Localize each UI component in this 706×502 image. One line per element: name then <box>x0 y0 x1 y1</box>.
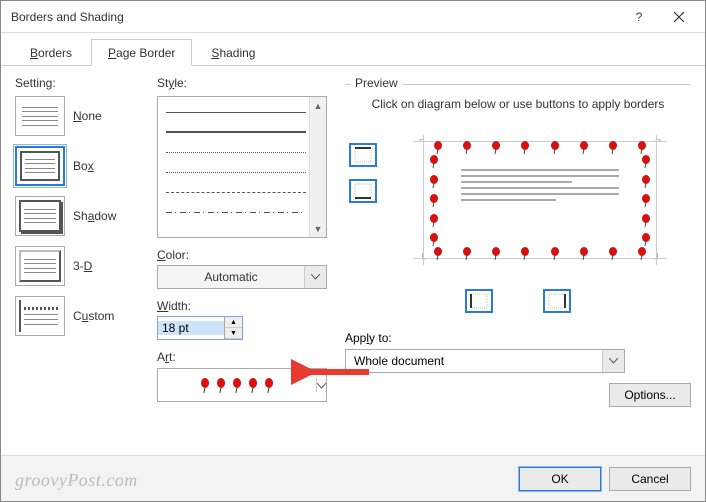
width-up-button[interactable]: ▲ <box>225 317 242 328</box>
scroll-down-icon[interactable]: ▼ <box>311 220 326 237</box>
setting-none-icon <box>15 96 65 136</box>
preview-area: ⌐ ¬ └ ┘ <box>345 125 691 275</box>
balloon-icon <box>264 378 274 392</box>
setting-custom-icon <box>15 296 65 336</box>
titlebar: Borders and Shading ? <box>1 1 705 33</box>
width-label: Width: <box>157 299 335 313</box>
width-spinner[interactable]: 18 pt ▲ ▼ <box>157 316 243 340</box>
border-bottom-button[interactable] <box>349 179 377 203</box>
document-lines-icon <box>461 169 619 201</box>
dialog-footer: OK Cancel <box>1 455 705 501</box>
setting-shadow[interactable]: Shadow <box>15 196 147 236</box>
art-dropdown[interactable] <box>157 368 327 402</box>
style-label: Style: <box>157 76 335 90</box>
cancel-button[interactable]: Cancel <box>609 467 691 491</box>
art-label: Art: <box>157 350 335 364</box>
preview-legend: Preview <box>351 76 402 90</box>
setting-3d-icon <box>15 246 65 286</box>
style-column: Style: ▲ ▼ Color: Automatic W <box>157 76 335 455</box>
setting-shadow-label: Shadow <box>73 209 116 223</box>
setting-custom-label: Custom <box>73 309 114 323</box>
balloon-icon <box>248 378 258 392</box>
chevron-down-icon <box>304 266 326 288</box>
apply-to-value: Whole document <box>346 354 602 368</box>
color-dropdown[interactable]: Automatic <box>157 265 327 289</box>
dialog-body: Setting: None Box Shadow <box>1 66 705 455</box>
setting-3d[interactable]: 3-D <box>15 246 147 286</box>
tab-borders[interactable]: Borders <box>13 39 89 65</box>
options-row: Options... <box>345 383 691 407</box>
tab-shading[interactable]: Shading <box>194 39 272 65</box>
balloon-icon <box>232 378 242 392</box>
balloon-icon <box>200 378 210 392</box>
border-top-button[interactable] <box>349 143 377 167</box>
setting-box-label: Box <box>73 159 94 173</box>
borders-shading-dialog: Borders and Shading ? Borders Page Borde… <box>0 0 706 502</box>
border-left-button[interactable] <box>465 289 493 313</box>
window-title: Borders and Shading <box>11 10 619 24</box>
apply-to-dropdown[interactable]: Whole document <box>345 349 625 373</box>
width-down-button[interactable]: ▼ <box>225 328 242 339</box>
setting-3d-label: 3-D <box>73 259 92 273</box>
scroll-up-icon[interactable]: ▲ <box>311 97 326 114</box>
setting-none[interactable]: None <box>15 96 147 136</box>
apply-to-row: Apply to: Whole document <box>345 331 691 373</box>
setting-column: Setting: None Box Shadow <box>15 76 147 455</box>
art-preview <box>158 378 316 392</box>
tab-strip: Borders Page Border Shading <box>1 33 705 66</box>
apply-to-label: Apply to: <box>345 331 691 345</box>
page-preview[interactable]: ⌐ ¬ └ ┘ <box>389 125 691 275</box>
setting-shadow-icon <box>15 196 65 236</box>
setting-label: Setting: <box>15 76 147 90</box>
close-button[interactable] <box>659 3 699 31</box>
border-right-button[interactable] <box>543 289 571 313</box>
width-spinner-buttons: ▲ ▼ <box>224 317 242 339</box>
width-value[interactable]: 18 pt <box>158 321 224 335</box>
setting-none-label: None <box>73 109 102 123</box>
color-value: Automatic <box>158 270 304 284</box>
options-button[interactable]: Options... <box>609 383 691 407</box>
corner-mark: ┘ <box>654 254 661 265</box>
preview-group: Preview Click on diagram below or use bu… <box>345 84 691 407</box>
tab-page-border[interactable]: Page Border <box>91 39 192 66</box>
chevron-down-icon <box>602 350 624 372</box>
color-label: Color: <box>157 248 335 262</box>
setting-box-icon <box>15 146 65 186</box>
preview-column: Preview Click on diagram below or use bu… <box>345 76 691 455</box>
help-button[interactable]: ? <box>619 3 659 31</box>
setting-box[interactable]: Box <box>15 146 147 186</box>
preview-left-buttons <box>345 125 381 275</box>
ok-button[interactable]: OK <box>519 467 601 491</box>
preview-hint: Click on diagram below or use buttons to… <box>349 97 687 111</box>
style-listbox[interactable]: ▲ ▼ <box>157 96 327 238</box>
preview-bottom-buttons <box>345 289 691 313</box>
balloon-icon <box>216 378 226 392</box>
setting-custom[interactable]: Custom <box>15 296 147 336</box>
chevron-down-icon <box>316 378 326 392</box>
style-scrollbar[interactable]: ▲ ▼ <box>309 97 326 237</box>
